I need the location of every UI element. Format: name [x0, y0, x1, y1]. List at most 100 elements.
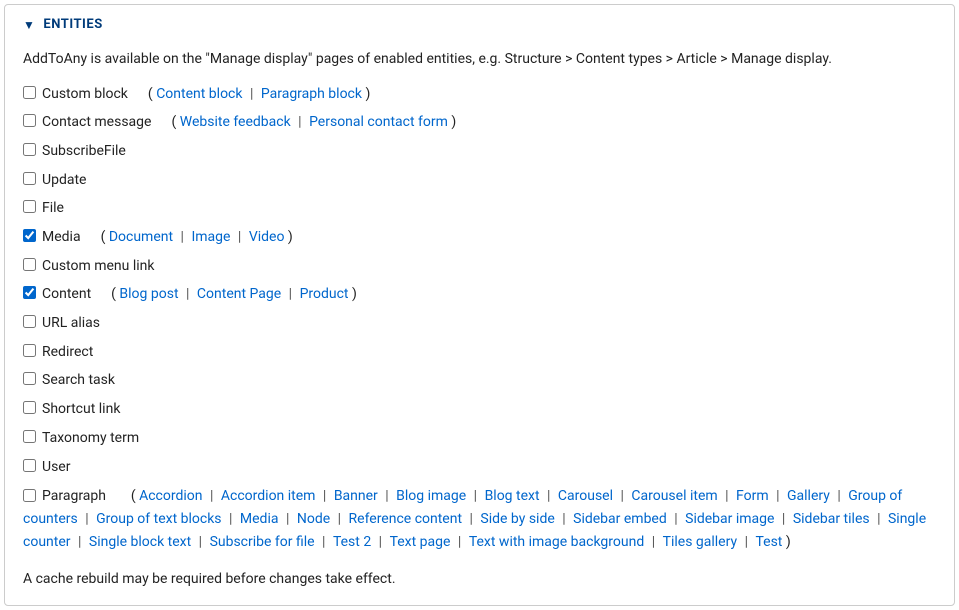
bundle-link[interactable]: Sidebar embed: [573, 511, 667, 527]
bundle-link[interactable]: Video: [249, 229, 285, 245]
entity-row-taxonomy-term: Taxonomy term: [23, 428, 936, 450]
separator: |: [741, 534, 751, 550]
separator: |: [722, 488, 732, 504]
separator: |: [773, 488, 783, 504]
bundle-link[interactable]: Content block: [156, 86, 242, 102]
bundle-link[interactable]: Text page: [390, 534, 451, 550]
bundle-link[interactable]: Reference content: [349, 511, 463, 527]
entity-row-url-alias: URL alias: [23, 313, 936, 335]
separator: |: [177, 229, 187, 245]
bundle-link[interactable]: Test: [755, 534, 782, 550]
open-paren: (: [148, 86, 156, 102]
bundle-link[interactable]: Blog image: [396, 488, 466, 504]
entity-label-custom-block: Custom block: [42, 84, 128, 106]
bundle-link[interactable]: Product: [300, 286, 349, 302]
separator: |: [778, 511, 788, 527]
legend-text: ENTITIES: [43, 17, 102, 32]
entity-bundles-media: ( Document | Image | Video ): [101, 227, 293, 249]
entity-label-user: User: [42, 457, 70, 479]
open-paren: (: [101, 229, 109, 245]
entity-row-media: Media( Document | Image | Video ): [23, 227, 936, 249]
entity-row-custom-block: Custom block ( Content block | Paragraph …: [23, 84, 936, 106]
separator: |: [454, 534, 464, 550]
entity-row-shortcut-link: Shortcut link: [23, 399, 936, 421]
bundle-link[interactable]: Group of text blocks: [96, 511, 221, 527]
separator: |: [319, 488, 329, 504]
bundle-link[interactable]: Test 2: [333, 534, 371, 550]
entity-checkbox-redirect[interactable]: [23, 344, 36, 357]
entity-bundles-paragraph: ( Accordion | Accordion item | Banner | …: [23, 488, 926, 550]
entity-label-file: File: [42, 198, 64, 220]
separator: |: [226, 511, 236, 527]
entity-checkbox-paragraph[interactable]: [23, 489, 36, 502]
bundle-link[interactable]: Media: [240, 511, 279, 527]
entity-checkbox-user[interactable]: [23, 459, 36, 472]
entity-row-user: User: [23, 457, 936, 479]
bundle-link[interactable]: Form: [736, 488, 769, 504]
entity-checkbox-subscribefile[interactable]: [23, 143, 36, 156]
entity-row-custom-menu-link: Custom menu link: [23, 256, 936, 278]
separator: |: [195, 534, 205, 550]
entity-checkbox-update[interactable]: [23, 172, 36, 185]
bundle-link[interactable]: Text with image background: [469, 534, 644, 550]
entity-bundles-contact-message: ( Website feedback | Personal contact fo…: [171, 112, 456, 134]
entity-checkbox-taxonomy-term[interactable]: [23, 430, 36, 443]
entities-fieldset: ▼ ENTITIES AddToAny is available on the …: [4, 4, 955, 606]
separator: |: [285, 286, 295, 302]
bundle-link[interactable]: Carousel: [558, 488, 613, 504]
entity-checkbox-content[interactable]: [23, 286, 36, 299]
bundle-link[interactable]: Accordion item: [221, 488, 316, 504]
bundle-link[interactable]: Personal contact form: [309, 114, 448, 130]
bundle-link[interactable]: Accordion: [139, 488, 202, 504]
bundle-link[interactable]: Content Page: [197, 286, 281, 302]
separator: |: [207, 488, 217, 504]
entity-label-taxonomy-term: Taxonomy term: [42, 428, 139, 450]
entity-row-redirect: Redirect: [23, 342, 936, 364]
bundle-link[interactable]: Banner: [334, 488, 378, 504]
separator: |: [544, 488, 554, 504]
bundle-link[interactable]: Image: [191, 229, 230, 245]
separator: |: [671, 511, 681, 527]
entity-checkbox-custom-block[interactable]: [23, 86, 36, 99]
bundle-link[interactable]: Gallery: [787, 488, 830, 504]
bundle-link[interactable]: Sidebar image: [685, 511, 774, 527]
close-paren: ): [284, 229, 292, 245]
bundle-link[interactable]: Subscribe for file: [210, 534, 315, 550]
bundle-link[interactable]: Document: [109, 229, 173, 245]
entity-checkbox-contact-message[interactable]: [23, 114, 36, 127]
bundle-link[interactable]: Node: [297, 511, 330, 527]
entity-label-subscribefile: SubscribeFile: [42, 141, 126, 163]
entity-row-contact-message: Contact message( Website feedback | Pers…: [23, 112, 936, 134]
entity-checkbox-file[interactable]: [23, 200, 36, 213]
bundle-link[interactable]: Side by side: [480, 511, 554, 527]
bundle-link[interactable]: Paragraph block: [261, 86, 362, 102]
entity-label-update: Update: [42, 170, 86, 192]
open-paren: (: [131, 488, 139, 504]
bundle-link[interactable]: Carousel item: [631, 488, 717, 504]
entity-row-file: File: [23, 198, 936, 220]
disclosure-triangle-icon: ▼: [23, 19, 35, 31]
bundle-link[interactable]: Sidebar tiles: [793, 511, 870, 527]
bundle-link[interactable]: Blog text: [485, 488, 540, 504]
entities-description: AddToAny is available on the "Manage dis…: [23, 50, 936, 70]
close-paren: ): [349, 286, 357, 302]
entity-row-paragraph: Paragraph ( Accordion | Accordion item |…: [23, 485, 936, 554]
separator: |: [282, 511, 292, 527]
close-paren: ): [782, 534, 790, 550]
separator: |: [183, 286, 193, 302]
entity-checkbox-search-task[interactable]: [23, 372, 36, 385]
separator: |: [648, 534, 658, 550]
bundle-link[interactable]: Single block text: [89, 534, 191, 550]
entities-legend[interactable]: ▼ ENTITIES: [23, 17, 936, 32]
separator: |: [75, 534, 85, 550]
bundle-link[interactable]: Tiles gallery: [663, 534, 737, 550]
bundle-link[interactable]: Blog post: [119, 286, 178, 302]
separator: |: [295, 114, 305, 130]
entity-checkbox-custom-menu-link[interactable]: [23, 258, 36, 271]
separator: |: [874, 511, 884, 527]
entity-checkbox-media[interactable]: [23, 229, 36, 242]
entity-checkbox-shortcut-link[interactable]: [23, 401, 36, 414]
entity-checkbox-url-alias[interactable]: [23, 315, 36, 328]
separator: |: [246, 86, 256, 102]
bundle-link[interactable]: Website feedback: [180, 114, 291, 130]
